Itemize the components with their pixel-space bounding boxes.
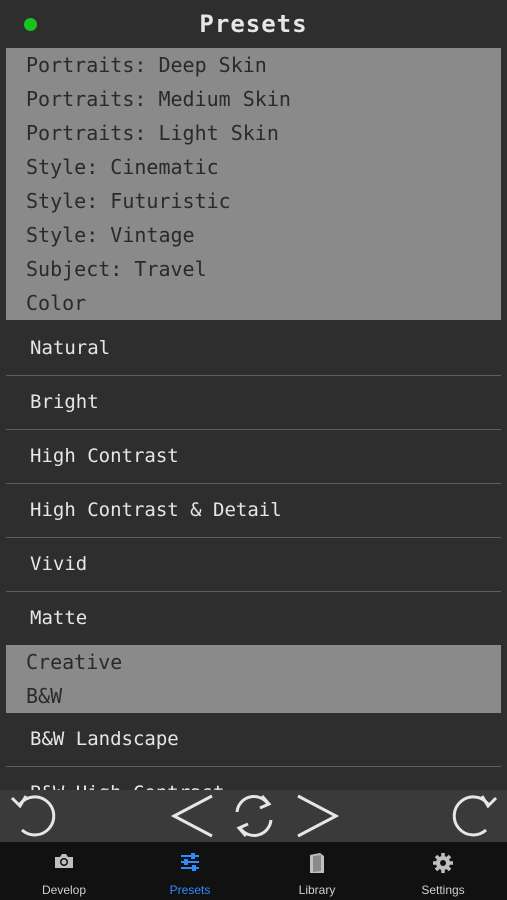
tab-library-label: Library [298,883,336,897]
group-item-vintage[interactable]: Style: Vintage [6,218,501,252]
group-item-medium-skin[interactable]: Portraits: Medium Skin [6,82,501,116]
redo-button[interactable] [448,790,504,842]
tab-library[interactable]: Library [254,842,380,900]
gear-icon [433,853,453,873]
group-item-travel[interactable]: Subject: Travel [6,252,501,286]
preset-natural[interactable]: Natural [6,322,501,376]
next-icon [297,794,340,838]
reset-icon [235,795,273,837]
previous-icon [170,794,213,838]
group-item-deep-skin[interactable]: Portraits: Deep Skin [6,48,501,82]
sliders-icon [181,853,199,871]
redo-icon [452,795,498,837]
tab-develop[interactable]: Develop [1,842,127,900]
next-button[interactable] [292,790,342,842]
tab-settings[interactable]: Settings [380,842,506,900]
tab-presets-label: Presets [169,883,211,897]
previous-button[interactable] [168,790,218,842]
header: Presets [0,0,507,48]
page-title: Presets [199,10,308,38]
library-icon [310,853,324,873]
preset-high-contrast[interactable]: High Contrast [6,430,501,484]
group-item-futuristic[interactable]: Style: Futuristic [6,184,501,218]
color-preset-list: Natural Bright High Contrast High Contra… [6,322,501,645]
edit-toolbar [0,790,507,842]
group-item-cinematic[interactable]: Style: Cinematic [6,150,501,184]
preset-high-contrast-detail[interactable]: High Contrast & Detail [6,484,501,538]
camera-icon [55,854,73,868]
undo-button[interactable] [4,790,60,842]
undo-icon [10,795,56,837]
bw-preset-list: B&W Landscape B&W High Contrast [6,713,501,790]
preset-bw-landscape[interactable]: B&W Landscape [6,713,501,767]
tab-settings-label: Settings [421,883,465,897]
preset-matte[interactable]: Matte [6,592,501,645]
tab-bar: Develop Presets Library Settings [0,842,507,900]
group-item-creative[interactable]: Creative [6,645,501,679]
preset-vivid[interactable]: Vivid [6,538,501,592]
preset-bright[interactable]: Bright [6,376,501,430]
reset-button[interactable] [228,790,280,842]
preset-group-creative: Creative B&W [6,645,501,713]
preset-group-categories: Portraits: Deep Skin Portraits: Medium S… [6,48,501,320]
preset-list-viewport[interactable]: Presets Portraits: Deep Skin Portraits: … [0,0,507,790]
group-item-light-skin[interactable]: Portraits: Light Skin [6,116,501,150]
tab-develop-label: Develop [41,883,87,897]
group-item-bw[interactable]: B&W [6,679,501,713]
group-item-color[interactable]: Color [6,286,501,320]
preset-bw-high-contrast[interactable]: B&W High Contrast [6,767,501,790]
tab-presets[interactable]: Presets [127,842,253,900]
